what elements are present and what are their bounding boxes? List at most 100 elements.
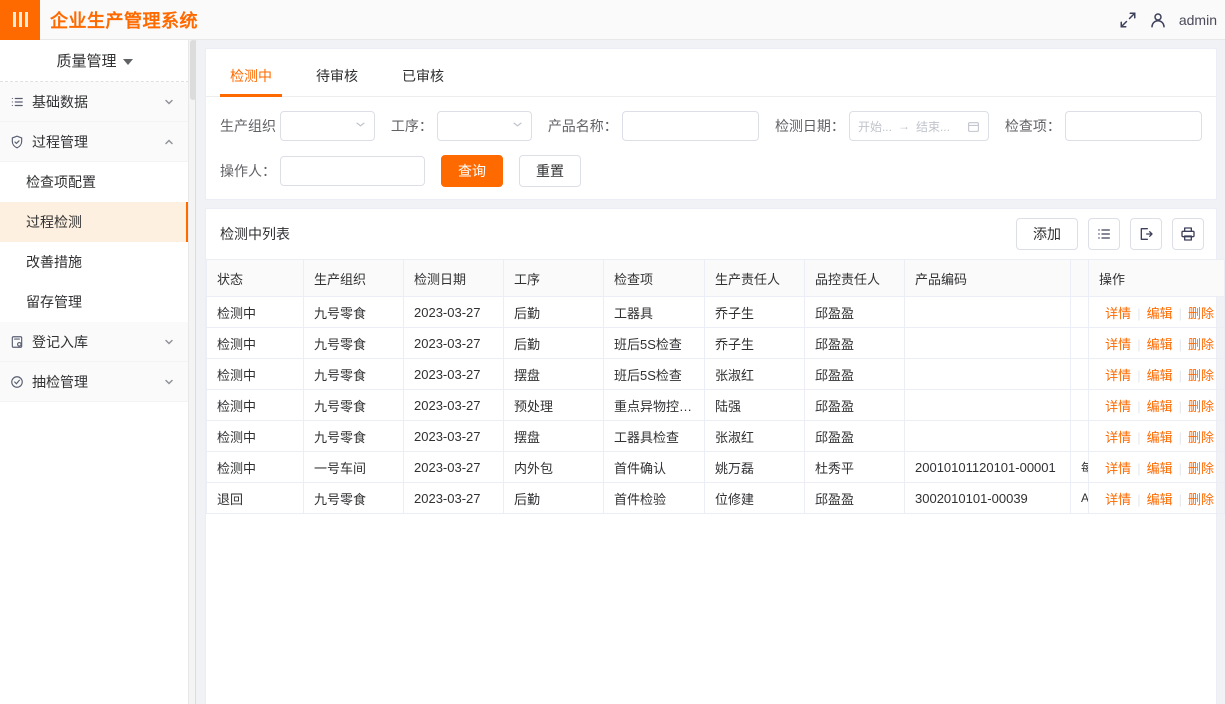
table-body: 检测中 九号零食 2023-03-27 后勤 工器具 乔子生 邱盈盈 详情 | 编辑… [206, 296, 1225, 514]
sidebar-item-label: 抽检管理 [32, 373, 88, 390]
edit-link[interactable]: 编辑 [1147, 492, 1173, 507]
tab-reviewed[interactable]: 已审核 [392, 66, 454, 96]
delete-link[interactable]: 删除 [1188, 306, 1214, 321]
cell-production-owner: 乔子生 [704, 296, 805, 328]
operator-input[interactable] [280, 156, 425, 186]
list-title: 检测中列表 [220, 226, 290, 242]
col-status: 状态 [206, 259, 304, 297]
divider: | [1178, 491, 1182, 507]
check-item-input[interactable] [1064, 111, 1202, 141]
sidebar-subitem-improvement-measures[interactable]: 改善措施 [0, 242, 189, 282]
sidebar-subitem-label: 留存管理 [26, 294, 82, 310]
hamburger-bar [18, 12, 22, 27]
cell-org: 九号零食 [303, 296, 404, 328]
chevron-down-icon [163, 96, 175, 108]
module-switcher[interactable]: 质量管理 [0, 40, 189, 82]
sidebar-item-basic-data[interactable]: 基础数据 [0, 82, 189, 122]
process-select[interactable] [436, 111, 532, 141]
delete-link[interactable]: 删除 [1188, 430, 1214, 445]
cell-test-date: 2023-03-27 [403, 482, 504, 514]
scrollbar-thumb[interactable] [190, 40, 196, 100]
detail-link[interactable]: 详情 [1105, 337, 1131, 352]
cell-operations: 详情 | 编辑 | 删除 [1088, 389, 1225, 421]
print-icon[interactable] [1172, 218, 1204, 250]
export-icon[interactable] [1130, 218, 1162, 250]
cell-product-code [904, 296, 1071, 328]
sidebar: 质量管理 基础数据 过程管理 检查项配置 过程检测 改善措施 留存管理 登记入库… [0, 40, 190, 704]
edit-link[interactable]: 编辑 [1147, 337, 1173, 352]
cell-process: 内外包 [503, 451, 604, 483]
delete-link[interactable]: 删除 [1188, 399, 1214, 414]
cell-truncated [1070, 327, 1089, 359]
tab-testing[interactable]: 检测中 [220, 66, 282, 97]
divider: | [1137, 336, 1141, 352]
product-name-label: 产品名称： [547, 118, 618, 134]
edit-link[interactable]: 编辑 [1147, 368, 1173, 383]
detail-link[interactable]: 详情 [1105, 492, 1131, 507]
col-truncated [1070, 259, 1089, 297]
edit-link[interactable]: 编辑 [1147, 306, 1173, 321]
fullscreen-icon[interactable] [1119, 11, 1137, 29]
table-row[interactable]: 检测中 九号零食 2023-03-27 后勤 工器具 乔子生 邱盈盈 详情 | 编辑… [206, 296, 1225, 328]
hamburger-icon[interactable] [0, 0, 40, 40]
delete-link[interactable]: 删除 [1188, 461, 1214, 476]
list-icon [6, 95, 28, 109]
sidebar-subitem-process-inspection[interactable]: 过程检测 [0, 202, 189, 242]
cell-check-item: 首件检验 [603, 482, 705, 514]
divider: | [1137, 305, 1141, 321]
reset-button[interactable]: 重置 [519, 155, 581, 187]
delete-link[interactable]: 删除 [1188, 337, 1214, 352]
inspection-table: 状态 生产组织 检测日期 工序 检查项 生产责任人 品控责任人 产品编码 操作 [206, 259, 1225, 514]
cell-check-item: 首件确认 [603, 451, 705, 483]
sidebar-item-sampling-management[interactable]: 抽检管理 [0, 362, 189, 402]
table-row[interactable]: 检测中 九号零食 2023-03-27 摆盘 班后5S检查 张淑红 邱盈盈 详情… [206, 358, 1225, 390]
test-date-range-picker[interactable]: 开始... → 结束... [848, 111, 989, 141]
detail-link[interactable]: 详情 [1105, 368, 1131, 383]
operator-label: 操作人： [220, 163, 276, 179]
product-name-input[interactable] [621, 111, 759, 141]
sidebar-scrollbar[interactable] [188, 40, 196, 704]
table-row[interactable]: 检测中 九号零食 2023-03-27 后勤 班后5S检查 乔子生 邱盈盈 详情… [206, 327, 1225, 359]
cell-qc-owner: 邱盈盈 [804, 389, 905, 421]
cell-test-date: 2023-03-27 [403, 296, 504, 328]
delete-link[interactable]: 删除 [1188, 368, 1214, 383]
detail-link[interactable]: 详情 [1105, 399, 1131, 414]
cell-process: 后勤 [503, 327, 604, 359]
detail-link[interactable]: 详情 [1105, 461, 1131, 476]
table-row[interactable]: 检测中 九号零食 2023-03-27 预处理 重点异物控制... 陆强 邱盈盈… [206, 389, 1225, 421]
cell-process: 摆盘 [503, 420, 604, 452]
divider: | [1137, 491, 1141, 507]
tab-pending-review[interactable]: 待审核 [306, 66, 368, 96]
cell-product-code [904, 327, 1071, 359]
edit-link[interactable]: 编辑 [1147, 461, 1173, 476]
table-row[interactable]: 检测中 九号零食 2023-03-27 摆盘 工器具检查 张淑红 邱盈盈 详情 |… [206, 420, 1225, 452]
cell-truncated [1070, 296, 1089, 328]
search-button[interactable]: 查询 [441, 155, 503, 187]
detail-link[interactable]: 详情 [1105, 306, 1131, 321]
sidebar-item-process-management[interactable]: 过程管理 [0, 122, 189, 162]
cell-test-date: 2023-03-27 [403, 451, 504, 483]
edit-link[interactable]: 编辑 [1147, 399, 1173, 414]
org-select[interactable] [280, 111, 375, 141]
edit-link[interactable]: 编辑 [1147, 430, 1173, 445]
detail-link[interactable]: 详情 [1105, 430, 1131, 445]
cell-production-owner: 姚万磊 [704, 451, 805, 483]
cell-truncated [1070, 358, 1089, 390]
list-header: 检测中列表 添加 [206, 209, 1216, 259]
test-date-label: 检测日期： [774, 118, 845, 134]
sidebar-subitem-label: 过程检测 [26, 214, 82, 230]
shield-check-icon [6, 135, 28, 149]
add-button[interactable]: 添加 [1016, 218, 1078, 250]
sidebar-item-registration-storage[interactable]: 登记入库 [0, 322, 189, 362]
table-row[interactable]: 退回 九号零食 2023-03-27 后勤 首件检验 位修建 邱盈盈 30020… [206, 482, 1225, 514]
process-label: 工序： [390, 118, 433, 134]
sidebar-subitem-retention-management[interactable]: 留存管理 [0, 282, 189, 322]
sidebar-subitem-check-item-config[interactable]: 检查项配置 [0, 162, 189, 202]
delete-link[interactable]: 删除 [1188, 492, 1214, 507]
columns-list-icon[interactable] [1088, 218, 1120, 250]
divider: | [1178, 336, 1182, 352]
table-row[interactable]: 检测中 一号车间 2023-03-27 内外包 首件确认 姚万磊 杜秀平 200… [206, 451, 1225, 483]
user-icon[interactable] [1149, 11, 1167, 29]
module-title: 质量管理 [56, 53, 117, 70]
cell-test-date: 2023-03-27 [403, 327, 504, 359]
